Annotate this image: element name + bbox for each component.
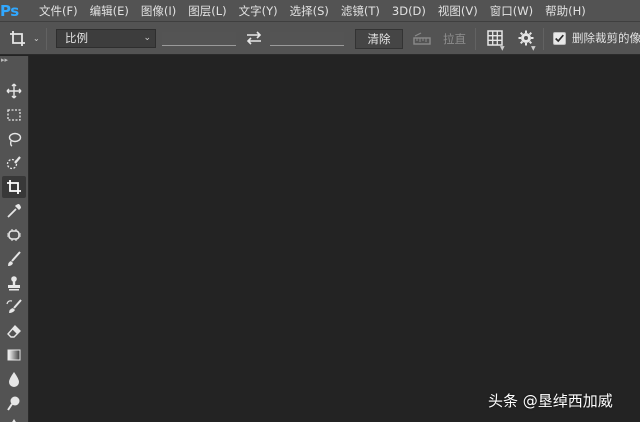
eyedropper-tool[interactable] [2, 200, 26, 222]
options-divider [543, 28, 544, 50]
straighten-label: 拉直 [443, 32, 466, 46]
crop-tool[interactable] [2, 176, 26, 198]
move-icon [6, 83, 22, 99]
move-tool[interactable] [2, 80, 26, 102]
menu-layer[interactable]: 图层(L) [182, 0, 232, 22]
menu-file[interactable]: 文件(F) [33, 0, 84, 22]
spot-healing-icon [7, 229, 21, 241]
pen-tool[interactable] [2, 414, 26, 422]
swap-icon[interactable] [244, 29, 264, 47]
menu-view[interactable]: 视图(V) [432, 0, 484, 22]
clear-button[interactable]: 清除 [355, 29, 403, 49]
menu-image[interactable]: 图像(I) [135, 0, 182, 22]
tools-panel: ▸▸ [0, 56, 29, 422]
options-bar: ⌄ 比例 ⌄ 清除 拉直 ▼ ▼ 删除裁剪的像 [0, 22, 640, 55]
delete-cropped-checkbox[interactable] [553, 32, 566, 45]
history-brush-icon [6, 299, 22, 313]
collapse-panel-icon[interactable]: ▸▸ [1, 56, 8, 64]
settings-caret-icon: ▼ [531, 45, 536, 52]
marquee-tool[interactable] [2, 104, 26, 126]
height-field[interactable] [270, 32, 344, 46]
blur-icon [9, 372, 19, 387]
spot-healing-tool[interactable] [2, 224, 26, 246]
gradient-icon [7, 349, 21, 361]
menu-filter[interactable]: 滤镜(T) [335, 0, 386, 22]
dodge-tool[interactable] [2, 392, 26, 414]
width-field[interactable] [162, 32, 236, 46]
gradient-tool[interactable] [2, 344, 26, 366]
marquee-icon [7, 109, 21, 121]
blur-tool[interactable] [2, 368, 26, 390]
eyedropper-icon [7, 204, 21, 218]
clone-stamp-tool[interactable] [2, 272, 26, 294]
gear-icon[interactable]: ▼ [517, 29, 536, 52]
clone-stamp-icon [8, 276, 20, 291]
options-divider [46, 28, 47, 50]
tool-preset-caret-icon[interactable]: ⌄ [33, 34, 40, 43]
ratio-select[interactable]: 比例 ⌄ [56, 29, 156, 48]
ratio-select-value: 比例 [65, 31, 88, 45]
chevron-down-icon: ⌄ [143, 33, 151, 43]
brush-tool[interactable] [2, 248, 26, 270]
straighten-icon[interactable] [412, 31, 432, 47]
menu-edit[interactable]: 编辑(E) [84, 0, 135, 22]
brush-icon [8, 251, 21, 266]
lasso-tool[interactable] [2, 128, 26, 150]
quick-selection-tool[interactable] [2, 152, 26, 174]
options-divider [475, 28, 476, 50]
eraser-icon [7, 324, 21, 338]
delete-cropped-label: 删除裁剪的像 [572, 31, 640, 45]
app-logo[interactable]: Ps [0, 0, 24, 22]
lasso-icon [8, 132, 22, 147]
menu-3d[interactable]: 3D(D) [386, 0, 432, 22]
menu-type[interactable]: 文字(Y) [233, 0, 284, 22]
overlay-grid-icon[interactable]: ▼ [486, 29, 505, 52]
menu-help[interactable]: 帮助(H) [539, 0, 592, 22]
dodge-icon [7, 396, 20, 411]
menu-bar: Ps 文件(F) 编辑(E) 图像(I) 图层(L) 文字(Y) 选择(S) 滤… [0, 0, 640, 22]
menu-window[interactable]: 窗口(W) [484, 0, 539, 22]
crop-icon[interactable] [9, 30, 27, 48]
overlay-caret-icon: ▼ [500, 45, 505, 52]
eraser-tool[interactable] [2, 320, 26, 342]
menu-select[interactable]: 选择(S) [284, 0, 335, 22]
watermark-text: 头条 @垦绰西加威 [488, 392, 613, 410]
canvas-area[interactable] [30, 56, 640, 422]
main-menu: 文件(F) 编辑(E) 图像(I) 图层(L) 文字(Y) 选择(S) 滤镜(T… [33, 0, 592, 22]
pen-icon [12, 419, 16, 422]
crop-icon [7, 180, 21, 194]
history-brush-tool[interactable] [2, 296, 26, 318]
quick-selection-icon [6, 156, 21, 170]
